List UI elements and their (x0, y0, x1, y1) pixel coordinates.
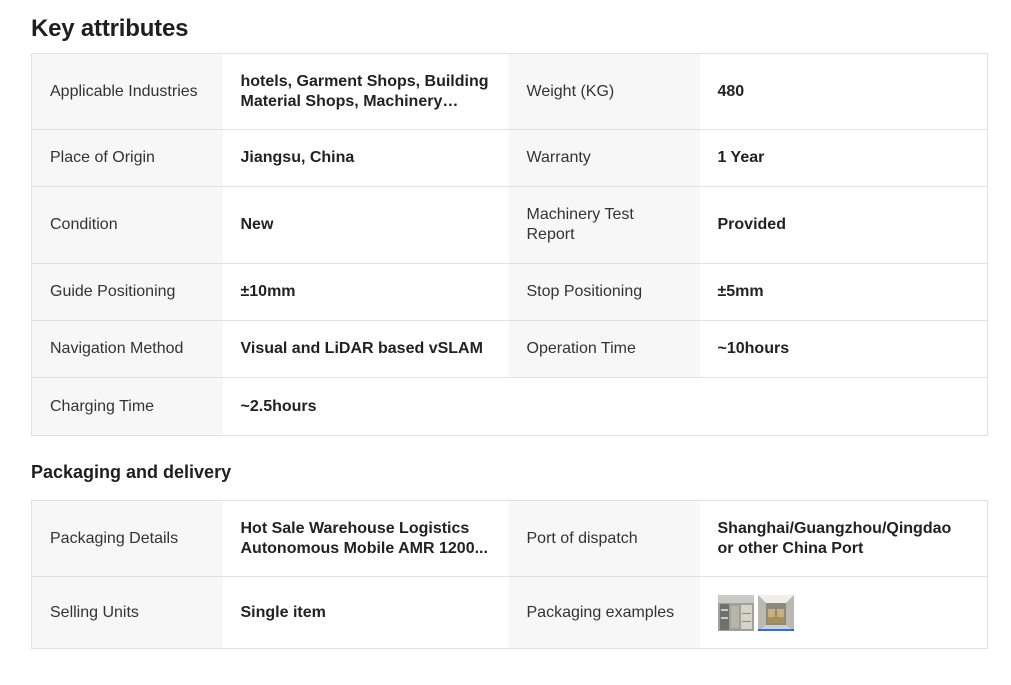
attr-value-port-of-dispatch: Shanghai/Guangzhou/Qingdao or other Chin… (699, 500, 988, 577)
attr-value-stop-positioning: ±5mm (699, 263, 988, 321)
table-row: Charging Time ~2.5hours (31, 377, 988, 436)
attr-label-place-of-origin: Place of Origin (31, 129, 223, 187)
key-attributes-table: Applicable Industries hotels, Garment Sh… (31, 53, 988, 436)
table-row: Selling Units Single item Packaging exam… (31, 576, 988, 649)
attr-value-operation-time: ~10hours (699, 320, 988, 378)
table-row: Place of Origin Jiangsu, China Warranty … (31, 129, 988, 187)
packaging-thumbnails (717, 594, 970, 631)
attr-label-packaging-examples: Packaging examples (508, 576, 700, 649)
attr-value-packaging-details: Hot Sale Warehouse Logistics Autonomous … (222, 500, 509, 577)
attr-label-applicable-industries: Applicable Industries (31, 53, 223, 130)
table-row: Packaging Details Hot Sale Warehouse Log… (31, 500, 988, 577)
key-attributes-heading: Key attributes (31, 15, 189, 42)
attr-value-warranty: 1 Year (699, 129, 988, 187)
table-row: Navigation Method Visual and LiDAR based… (31, 320, 988, 378)
packaging-table: Packaging Details Hot Sale Warehouse Log… (31, 500, 988, 649)
attr-value-condition: New (222, 186, 509, 264)
attr-label-charging-time: Charging Time (31, 377, 223, 436)
packaging-photo-thumbnail[interactable] (717, 594, 754, 631)
attr-label-machinery-test-report: Machinery Test Report (508, 186, 700, 264)
product-attributes-page: Key attributes Applicable Industries hot… (31, 0, 988, 649)
attr-label-packaging-details: Packaging Details (31, 500, 223, 577)
packaging-heading: Packaging and delivery (31, 462, 232, 482)
attr-label-navigation-method: Navigation Method (31, 320, 223, 378)
attr-label-guide-positioning: Guide Positioning (31, 263, 223, 321)
attr-label-operation-time: Operation Time (508, 320, 700, 378)
empty-cell (508, 377, 700, 436)
packaging-examples-cell (699, 576, 988, 649)
empty-cell (699, 377, 988, 436)
attr-value-machinery-test-report: Provided (699, 186, 988, 264)
attr-value-guide-positioning: ±10mm (222, 263, 509, 321)
attr-label-selling-units: Selling Units (31, 576, 223, 649)
attr-value-charging-time: ~2.5hours (222, 377, 509, 436)
attr-value-selling-units: Single item (222, 576, 509, 649)
attr-label-port-of-dispatch: Port of dispatch (508, 500, 700, 577)
table-row: Condition New Machinery Test Report Prov… (31, 186, 988, 264)
table-row: Applicable Industries hotels, Garment Sh… (31, 53, 988, 130)
attr-label-stop-positioning: Stop Positioning (508, 263, 700, 321)
attr-label-weight: Weight (KG) (508, 53, 700, 130)
packaging-photo-thumbnail[interactable] (757, 594, 794, 631)
attr-value-navigation-method: Visual and LiDAR based vSLAM (222, 320, 509, 378)
attr-label-warranty: Warranty (508, 129, 700, 187)
attr-value-place-of-origin: Jiangsu, China (222, 129, 509, 187)
attr-value-applicable-industries: hotels, Garment Shops, Building Material… (222, 53, 509, 130)
attr-value-weight: 480 (699, 53, 988, 130)
attr-label-condition: Condition (31, 186, 223, 264)
table-row: Guide Positioning ±10mm Stop Positioning… (31, 263, 988, 321)
